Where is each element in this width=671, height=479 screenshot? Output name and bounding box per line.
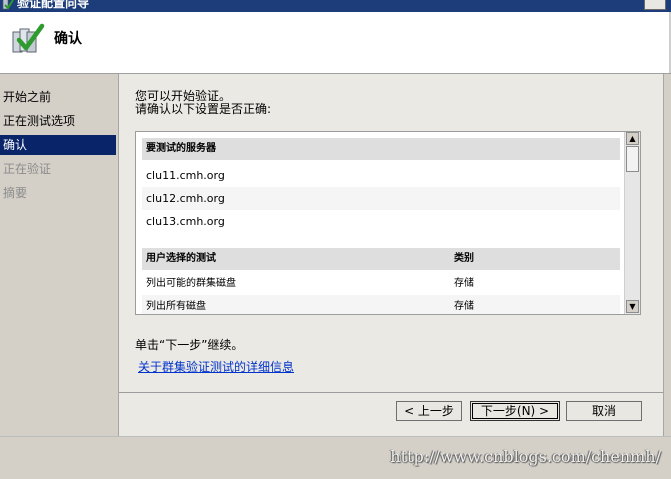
- step-before-you-begin[interactable]: 开始之前: [0, 87, 116, 107]
- cancel-button[interactable]: 取消: [566, 401, 642, 421]
- list-item: 列出可能的群集磁盘 存储: [142, 272, 620, 295]
- list-item: clu13.cmh.org: [142, 210, 620, 233]
- test-category: 存储: [454, 301, 474, 312]
- window-title: 验证配置向导: [17, 0, 90, 10]
- validation-check-icon: [12, 23, 45, 53]
- next-button[interactable]: 下一步(N) >: [470, 401, 560, 421]
- list-item: clu12.cmh.org: [142, 187, 620, 210]
- server-name: clu13.cmh.org: [146, 215, 225, 228]
- server-name: clu12.cmh.org: [146, 192, 225, 205]
- button-bar: < 上一步 下一步(N) > 取消: [119, 392, 663, 437]
- step-confirmation[interactable]: 确认: [0, 135, 116, 155]
- settings-list[interactable]: 要测试的服务器 clu11.cmh.org clu12.cmh.org clu1…: [135, 131, 641, 315]
- watermark-text: http://www.cnblogs.com/chenmh/: [390, 447, 661, 466]
- main-panel: 您可以开始验证。 请确认以下设置是否正确: 要测试的服务器 clu11.cmh.…: [118, 74, 664, 437]
- servers-group-header: 要测试的服务器: [142, 138, 620, 160]
- intro-line-2: 请确认以下设置是否正确:: [135, 102, 272, 116]
- scroll-thumb[interactable]: [626, 146, 639, 172]
- intro-text: 您可以开始验证。 请确认以下设置是否正确:: [135, 90, 271, 116]
- wizard-steps: 开始之前 正在测试选项 确认 正在验证 摘要: [0, 74, 118, 436]
- category-header-label: 类别: [454, 253, 474, 264]
- close-button[interactable]: [644, 0, 666, 10]
- scroll-down-icon[interactable]: ▼: [626, 300, 639, 313]
- step-summary: 摘要: [3, 186, 28, 200]
- test-category: 存储: [454, 278, 474, 289]
- test-name: 列出所有磁盘: [146, 301, 206, 312]
- back-button[interactable]: < 上一步: [396, 401, 462, 421]
- validation-details-link[interactable]: 关于群集验证测试的详细信息: [138, 358, 294, 375]
- wizard-app-icon: [2, 0, 14, 10]
- scroll-up-icon[interactable]: ▲: [626, 132, 639, 145]
- page-title: 确认: [54, 31, 82, 47]
- list-item: clu11.cmh.org: [142, 164, 620, 187]
- wizard-header: 确认: [0, 12, 671, 74]
- footer-area: http://www.cnblogs.com/chenmh/: [0, 436, 671, 479]
- tests-group-header: 用户选择的测试 类别: [142, 248, 620, 270]
- window-edge: [664, 74, 671, 436]
- next-hint: 单击“下一步”继续。: [135, 338, 244, 352]
- tests-header-label: 用户选择的测试: [146, 253, 216, 264]
- list-item: 列出所有磁盘 存储: [142, 295, 620, 314]
- servers-header-label: 要测试的服务器: [146, 143, 216, 154]
- step-testing-options[interactable]: 正在测试选项: [0, 111, 116, 131]
- test-name: 列出可能的群集磁盘: [146, 278, 236, 289]
- server-name: clu11.cmh.org: [146, 169, 225, 182]
- title-bar: 验证配置向导: [0, 0, 671, 12]
- step-validating: 正在验证: [3, 162, 52, 176]
- vertical-scrollbar[interactable]: ▲ ▼: [624, 132, 640, 314]
